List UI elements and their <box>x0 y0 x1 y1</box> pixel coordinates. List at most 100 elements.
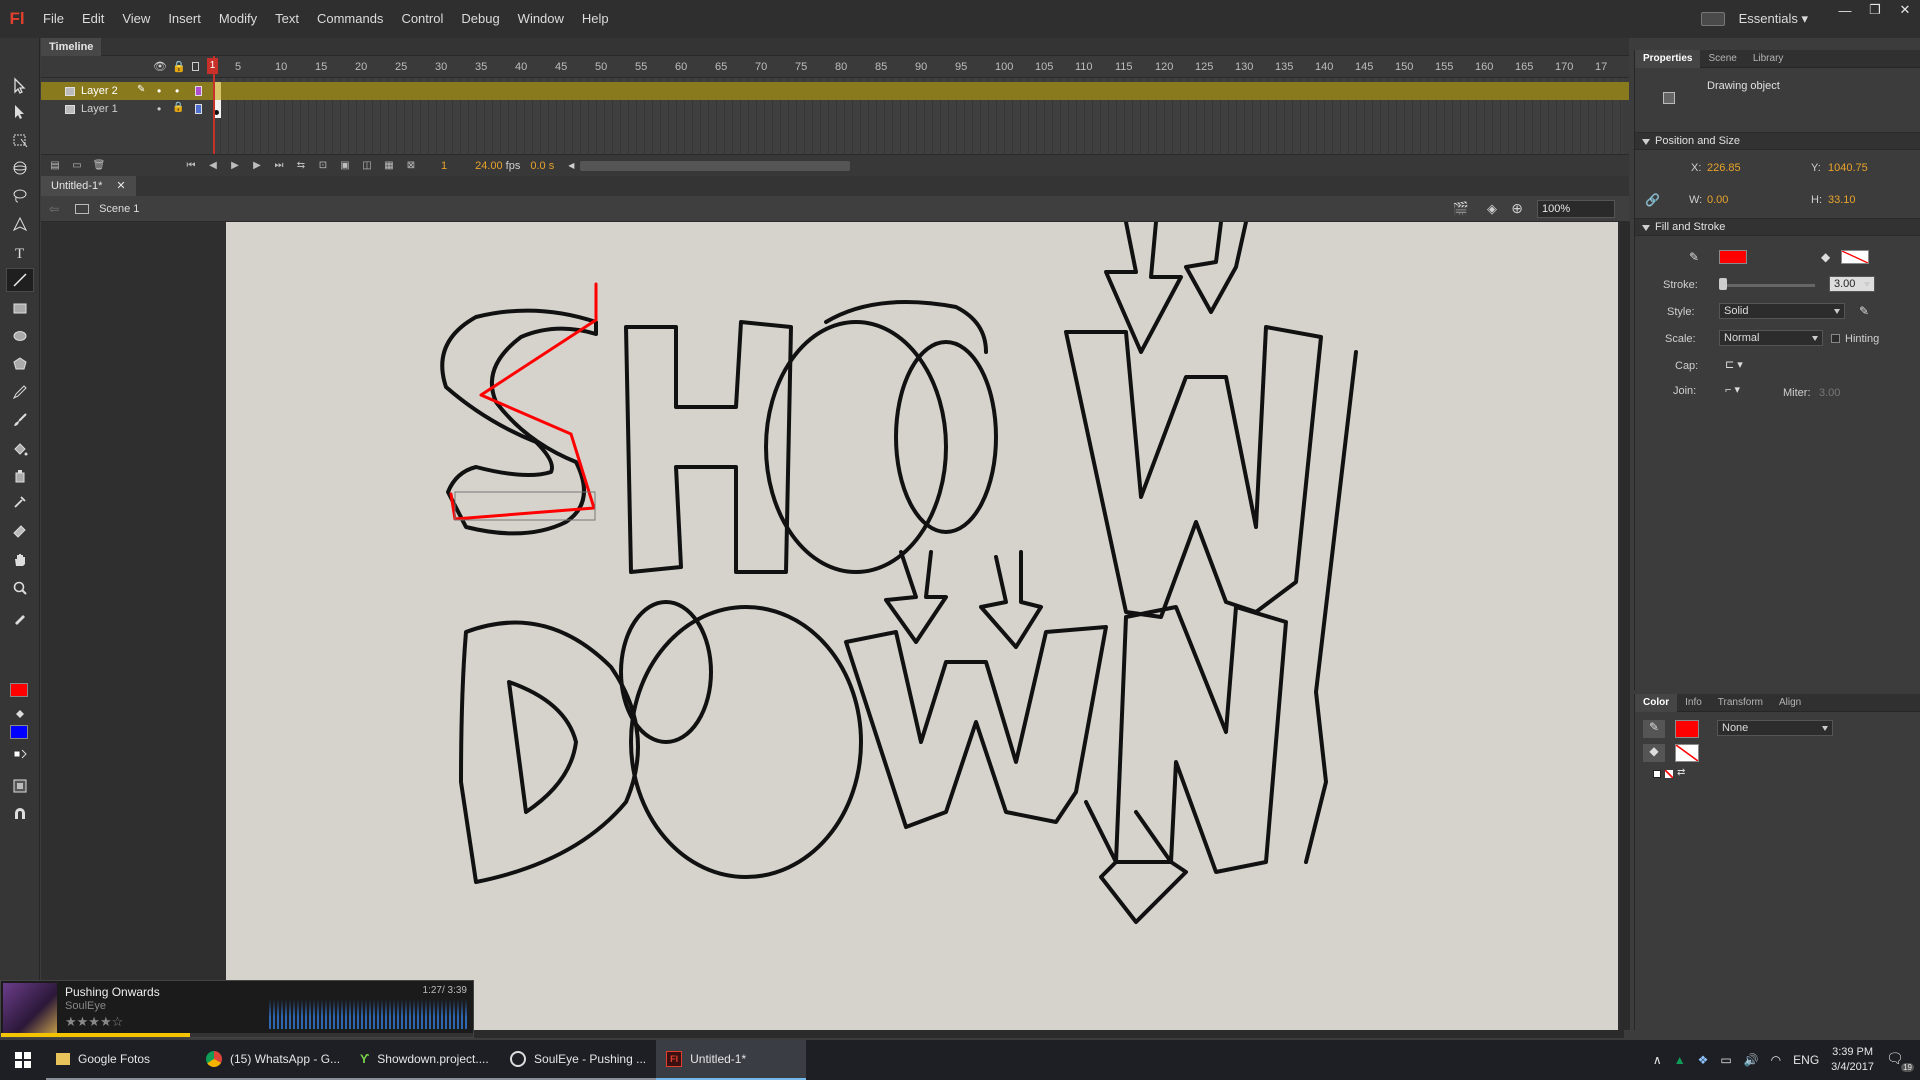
miter-value[interactable]: 3.00 <box>1819 387 1840 399</box>
stage-vertical-scrollbar[interactable] <box>1620 222 1630 1030</box>
default-colors-icon[interactable] <box>1653 770 1661 778</box>
fill-stroke-section[interactable]: Fill and Stroke <box>1635 218 1920 236</box>
dropbox-icon[interactable]: ❖ <box>1698 1053 1709 1067</box>
join-select[interactable]: ⌐ ▾ <box>1725 383 1740 396</box>
taskbar-app-music[interactable]: SoulEye - Pushing ... <box>500 1040 657 1080</box>
w-value[interactable]: 0.00 <box>1707 194 1728 206</box>
wifi-icon[interactable]: ◠ <box>1771 1053 1781 1067</box>
edit-multiple-frames-icon[interactable]: ▦ <box>381 159 397 173</box>
edit-stroke-style-icon[interactable]: ✎ <box>1859 304 1869 318</box>
stroke-color-swatch[interactable] <box>10 683 28 697</box>
playhead-frame-label[interactable]: 1 <box>207 58 218 74</box>
workspace-switcher[interactable]: Essentials ▾ <box>1739 11 1808 27</box>
visibility-dot[interactable]: • <box>157 84 161 98</box>
ink-bottle-tool-icon[interactable] <box>6 464 34 488</box>
back-arrow-icon[interactable]: ⇦ <box>49 202 59 216</box>
polystar-tool-icon[interactable] <box>6 352 34 376</box>
tab-properties[interactable]: Properties <box>1635 49 1701 68</box>
layer-row-1[interactable]: Layer 1 • 🔒 <box>41 100 1629 118</box>
time-readout[interactable]: 0.0 s <box>530 160 554 172</box>
tab-library[interactable]: Library <box>1745 50 1792 68</box>
menu-edit[interactable]: Edit <box>73 0 113 38</box>
oval-tool-icon[interactable] <box>6 324 34 348</box>
swap-colors-icon[interactable]: ⇄ <box>1677 767 1685 778</box>
layer-name-label[interactable]: Layer 2 <box>81 85 118 97</box>
menu-debug[interactable]: Debug <box>452 0 508 38</box>
new-layer-icon[interactable]: ▤ <box>47 159 63 173</box>
timeline-tab[interactable]: Timeline <box>41 37 102 56</box>
selection-tool-icon[interactable] <box>6 74 34 98</box>
swap-colors-icon[interactable] <box>6 742 34 766</box>
step-forward-icon[interactable]: ▶ <box>249 159 265 173</box>
color-type-select[interactable]: None <box>1717 720 1833 736</box>
stroke-slider-thumb[interactable] <box>1719 278 1727 290</box>
color-fill-swatch[interactable] <box>1675 744 1699 762</box>
brush-tool-icon[interactable] <box>6 408 34 432</box>
eye-icon[interactable]: 👁 <box>153 60 167 73</box>
google-drive-icon[interactable]: ▲ <box>1674 1053 1686 1067</box>
cap-select[interactable]: ⊏ ▾ <box>1725 358 1743 371</box>
frame-ruler[interactable]: 👁 🔒 151015202530354045505560657075808590… <box>41 56 1629 78</box>
volume-icon[interactable]: 🔊 <box>1744 1053 1759 1067</box>
clock[interactable]: 3:39 PM 3/4/2017 <box>1831 1045 1874 1075</box>
fill-color-swatch[interactable] <box>1841 250 1869 264</box>
stroke-width-input[interactable]: 3.00 <box>1829 276 1875 292</box>
loop-icon[interactable]: ⇆ <box>293 159 309 173</box>
close-tab-icon[interactable]: ✕ <box>116 176 125 196</box>
track-progress-bar[interactable] <box>1 1033 473 1037</box>
delete-layer-icon[interactable]: 🗑 <box>91 159 107 173</box>
visibility-dot[interactable]: • <box>157 102 161 116</box>
scale-select[interactable]: Normal <box>1719 330 1823 346</box>
restore-button[interactable]: ❐ <box>1860 0 1890 20</box>
tab-transform[interactable]: Transform <box>1710 694 1771 712</box>
stroke-pencil-icon[interactable]: ✎ <box>1643 720 1665 738</box>
play-icon[interactable]: ▶ <box>227 159 243 173</box>
menu-file[interactable]: File <box>34 0 73 38</box>
tab-scene[interactable]: Scene <box>1700 50 1744 68</box>
snap-to-objects-icon[interactable] <box>6 802 34 826</box>
layer-color-chip[interactable] <box>195 86 202 96</box>
step-back-icon[interactable]: ◀ <box>205 159 221 173</box>
menu-commands[interactable]: Commands <box>308 0 392 38</box>
outline-icon[interactable] <box>192 62 199 71</box>
h-value[interactable]: 33.10 <box>1828 194 1856 206</box>
tab-color[interactable]: Color <box>1635 693 1678 712</box>
stage-canvas[interactable] <box>226 222 1618 1030</box>
stroke-slider[interactable] <box>1719 284 1815 287</box>
object-drawing-icon[interactable] <box>6 774 34 798</box>
current-frame-readout[interactable]: 1 <box>441 160 447 172</box>
close-button[interactable]: ✕ <box>1890 0 1920 20</box>
eyedropper-tool-icon[interactable] <box>6 490 34 514</box>
x-value[interactable]: 226.85 <box>1707 162 1741 174</box>
fps-readout[interactable]: 24.00 <box>475 160 503 172</box>
style-select[interactable]: Solid <box>1719 303 1845 319</box>
go-to-last-frame-icon[interactable]: ⏭ <box>271 159 287 173</box>
start-button[interactable] <box>0 1040 46 1080</box>
layer-color-chip[interactable] <box>195 104 202 114</box>
timeline-hscroll[interactable] <box>580 160 851 171</box>
layer-name-label[interactable]: Layer 1 <box>81 103 118 115</box>
rectangle-tool-icon[interactable] <box>6 296 34 320</box>
new-folder-icon[interactable]: ▭ <box>69 159 85 173</box>
album-art[interactable] <box>3 983 57 1035</box>
menu-insert[interactable]: Insert <box>159 0 210 38</box>
lock-icon[interactable]: 🔒 <box>172 60 186 73</box>
lasso-tool-icon[interactable] <box>6 184 34 208</box>
color-stroke-swatch[interactable] <box>1675 720 1699 738</box>
onion-skin-icon[interactable]: ▣ <box>337 159 353 173</box>
taskbar-app-google-fotos[interactable]: Google Fotos <box>46 1040 196 1080</box>
link-proportions-icon[interactable]: 🔗 <box>1645 193 1660 207</box>
taskbar-app-chrome[interactable]: (15) WhatsApp - G... <box>196 1040 351 1080</box>
tab-align[interactable]: Align <box>1771 694 1809 712</box>
center-stage-icon[interactable]: ⊕ <box>1511 200 1523 217</box>
fill-bucket-icon[interactable]: ◆ <box>1643 744 1665 762</box>
paint-bucket-tool-icon[interactable] <box>6 438 34 462</box>
eraser-tool-icon[interactable] <box>6 518 34 542</box>
subselection-tool-icon[interactable] <box>6 100 34 124</box>
lock-dot[interactable]: • <box>175 84 179 98</box>
show-hidden-icons-icon[interactable]: ∧ <box>1653 1053 1662 1067</box>
menu-control[interactable]: Control <box>392 0 452 38</box>
onion-outline-icon[interactable]: ◫ <box>359 159 375 173</box>
menu-modify[interactable]: Modify <box>210 0 266 38</box>
stroke-color-swatch[interactable] <box>1719 250 1747 264</box>
